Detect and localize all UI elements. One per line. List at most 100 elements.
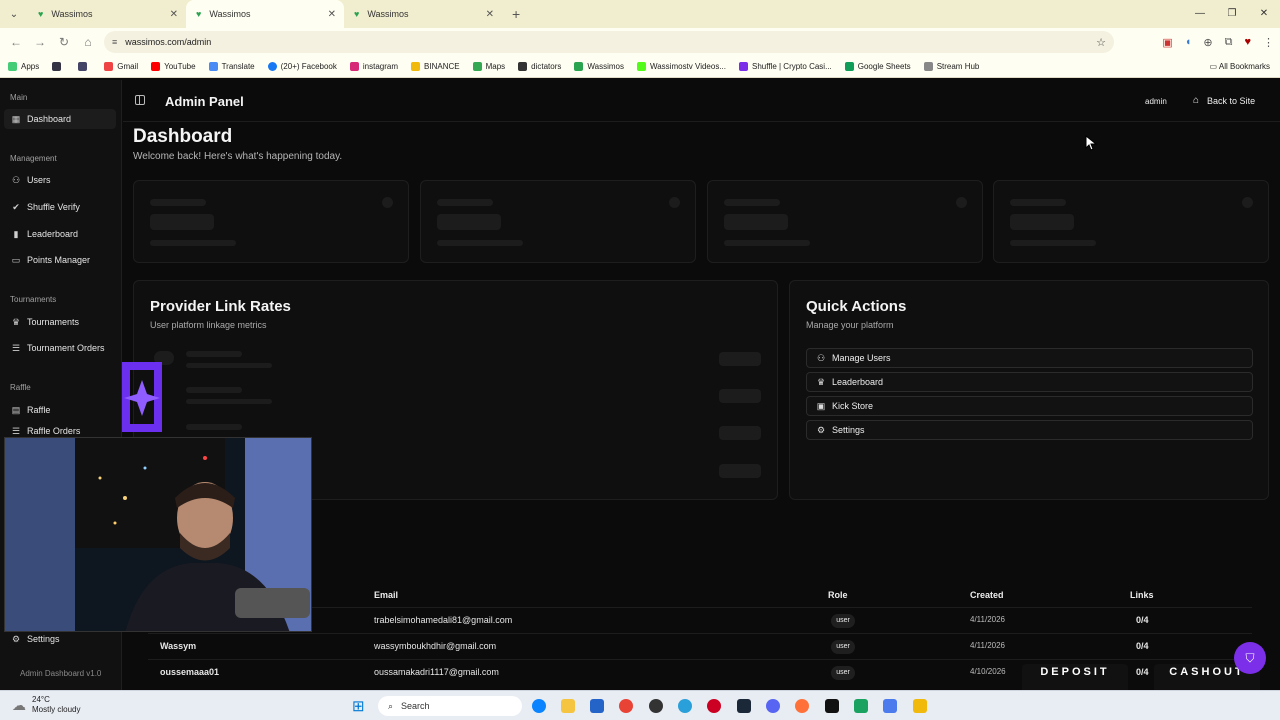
bookmark-maps[interactable]: Maps [472, 62, 505, 71]
menu-kebab-icon[interactable]: ⋮ [1263, 36, 1274, 49]
weather-widget[interactable]: ☁ 24°C Mostly cloudy [12, 695, 80, 715]
bookmark-instagram[interactable]: instagram [349, 62, 398, 71]
sidebar-item-tournament-orders[interactable]: ☰ Tournament Orders [4, 338, 116, 358]
all-bookmarks[interactable]: ▭ All Bookmarks [1210, 62, 1270, 71]
obs-app-icon[interactable] [649, 699, 663, 713]
opera-app-icon[interactable] [707, 699, 721, 713]
skeleton-line [437, 240, 523, 246]
bookmark-stream-hub[interactable]: Stream Hub [923, 62, 979, 71]
discord-app-icon[interactable] [766, 699, 780, 713]
browser-tab-3[interactable]: ♥ Wassimos ✕ [344, 0, 502, 28]
app-icon[interactable] [854, 699, 868, 713]
telegram-app-icon[interactable] [678, 699, 692, 713]
row-divider [148, 633, 1252, 634]
edge-app-icon[interactable] [532, 699, 546, 713]
shuffle-icon [739, 62, 748, 71]
extension-icon[interactable]: ▣ [1162, 36, 1172, 49]
bookmark-google-sheets[interactable]: Google Sheets [844, 62, 911, 71]
floating-shield-button[interactable]: ⛉ [1234, 642, 1266, 674]
sidebar-footer-version: Admin Dashboard v1.0 [20, 669, 102, 678]
bookmark-facebook[interactable]: (20+) Facebook [267, 62, 337, 71]
bookmark-square-icon[interactable] [52, 62, 65, 71]
home-icon[interactable]: ⌂ [76, 35, 100, 49]
minimize-icon[interactable]: — [1184, 0, 1216, 28]
close-tab-icon[interactable]: ✕ [486, 9, 494, 20]
back-arrow-icon[interactable]: ← [4, 35, 28, 49]
browser-tab-1[interactable]: ♥ Wassimos ✕ [28, 0, 186, 28]
binance-app-icon[interactable] [913, 699, 927, 713]
stream-hub-icon [923, 62, 933, 71]
bookmark-star-icon[interactable]: ☆ [1096, 36, 1106, 49]
sidebar-group-main: Main [10, 93, 28, 102]
maps-pin-icon [472, 62, 482, 71]
skeleton-line [186, 363, 272, 368]
weather-desc: Mostly cloudy [32, 705, 81, 714]
row-username: oussemaaa01 [160, 667, 220, 677]
skeleton-icon [956, 197, 967, 208]
extensions-puzzle-icon[interactable]: ⧉ [1225, 36, 1233, 49]
tab-label: Wassimos [209, 9, 251, 19]
maximize-icon[interactable]: ❐ [1216, 0, 1248, 28]
extension-icon[interactable]: ⊕ [1203, 36, 1212, 49]
close-window-icon[interactable]: ✕ [1248, 0, 1280, 28]
bookmark-grid-icon[interactable] [78, 62, 91, 71]
capcut-app-icon[interactable] [825, 699, 839, 713]
sidebar-item-shuffle-verify[interactable]: ✔ Shuffle Verify [4, 197, 116, 217]
browser-tab-2[interactable]: ♥ Wassimos ✕ [186, 0, 344, 28]
sidebar-toggle-icon[interactable] [135, 95, 145, 105]
list-icon: ☰ [11, 342, 21, 353]
new-tab-plus-icon[interactable]: + [512, 6, 520, 22]
sidebar-item-raffle[interactable]: ▤ Raffle [4, 400, 116, 420]
close-tab-icon[interactable]: ✕ [170, 9, 178, 20]
bookmark-wassimos[interactable]: Wassimos [574, 62, 624, 71]
kick-store-button[interactable]: ▣ Kick Store [806, 396, 1253, 416]
wassimos-favicon-icon: ♥ [354, 9, 360, 19]
bookmark-translate[interactable]: Translate [208, 62, 255, 71]
bookmark-youtube[interactable]: YouTube [151, 62, 196, 71]
row-created: 4/10/2026 [970, 667, 1006, 676]
sidebar-item-dashboard[interactable]: ▦ Dashboard [4, 109, 116, 129]
profile-icon[interactable]: ♥ [1244, 36, 1251, 48]
extension-icon[interactable]: ◖ [1185, 36, 1192, 48]
bookmark-shuffle[interactable]: Shuffle | Crypto Casi... [739, 62, 832, 71]
bookmark-binance[interactable]: BINANCE [411, 62, 460, 71]
forward-arrow-icon[interactable]: → [28, 35, 52, 49]
chrome-app-icon[interactable] [619, 699, 633, 713]
app-icon[interactable] [883, 699, 897, 713]
current-user-label[interactable]: admin [1145, 97, 1167, 106]
leaderboard-button[interactable]: ♛ Leaderboard [806, 372, 1253, 392]
window-controls: — ❐ ✕ [1184, 0, 1280, 28]
sidebar-item-users[interactable]: ⚇ Users [4, 170, 116, 190]
skeleton-line [437, 199, 493, 206]
url-text: wassimos.com/admin [125, 37, 212, 47]
store-app-icon[interactable] [590, 699, 604, 713]
close-tab-icon[interactable]: ✕ [328, 9, 336, 20]
reload-icon[interactable]: ↻ [52, 35, 76, 49]
home-icon: ⌂ [1193, 95, 1200, 106]
sidebar-item-leaderboard[interactable]: ▮ Leaderboard [4, 224, 116, 244]
steam-app-icon[interactable] [737, 699, 751, 713]
cloud-icon: ☁ [12, 696, 26, 713]
tab-label: Wassimos [51, 9, 93, 19]
tab-list-chevron-icon[interactable]: ⌄ [0, 0, 28, 28]
sidebar-item-settings[interactable]: ⚙ Settings [4, 629, 116, 649]
bookmark-apps[interactable]: Apps [8, 62, 39, 71]
site-info-icon[interactable]: ≡ [112, 37, 117, 47]
skeleton-icon [382, 197, 393, 208]
settings-button[interactable]: ⚙ Settings [806, 420, 1253, 440]
skeleton-icon [669, 197, 680, 208]
manage-users-button[interactable]: ⚇ Manage Users [806, 348, 1253, 368]
file-explorer-icon[interactable] [561, 699, 575, 713]
card-title: Provider Link Rates [150, 298, 291, 315]
sidebar-item-points-manager[interactable]: ▭ Points Manager [4, 250, 116, 270]
bookmark-wassimostv[interactable]: Wassimostv Videos... [636, 62, 726, 71]
wallet-icon: ▭ [11, 254, 21, 265]
firefox-app-icon[interactable] [795, 699, 809, 713]
address-bar[interactable]: ≡ wassimos.com/admin ☆ [104, 31, 1114, 53]
bookmark-dictators[interactable]: dictators [518, 62, 561, 71]
sidebar-item-tournaments[interactable]: ♛ Tournaments [4, 312, 116, 332]
windows-start-icon[interactable]: ⊞ [352, 697, 365, 715]
back-to-site-link[interactable]: ⌂ Back to Site [1193, 95, 1255, 106]
taskbar-search[interactable]: ⌕ Search [378, 696, 522, 716]
bookmark-gmail[interactable]: Gmail [104, 62, 138, 71]
